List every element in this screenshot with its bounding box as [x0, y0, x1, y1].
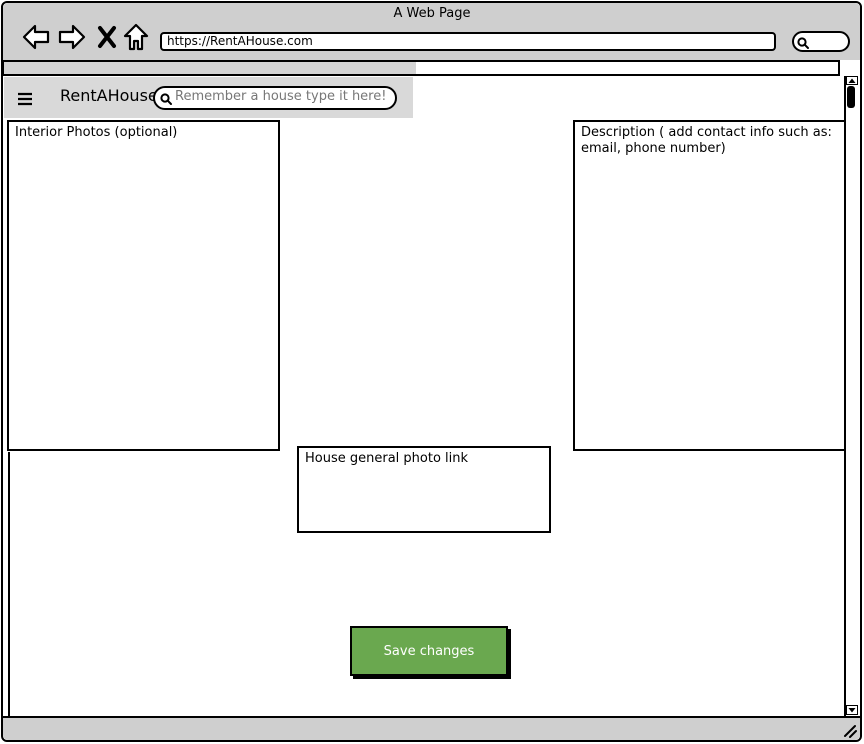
home-icon[interactable] — [121, 22, 151, 52]
app-brand[interactable]: RentAHouse — [60, 86, 158, 105]
scroll-down-icon[interactable] — [846, 705, 858, 715]
search-placeholder: Remember a house type it here! — [175, 89, 387, 104]
interior-photos-label: Interior Photos (optional) — [15, 125, 178, 140]
general-photo-label: House general photo link — [305, 451, 469, 466]
search-icon — [797, 37, 809, 49]
window-title: A Web Page — [393, 6, 471, 21]
status-bar — [3, 716, 860, 740]
close-icon[interactable] — [93, 22, 123, 52]
general-photo-link-field[interactable]: House general photo link — [297, 446, 551, 533]
description-panel[interactable]: Description ( add contact info such as: … — [573, 120, 848, 451]
search-icon — [160, 93, 172, 105]
save-changes-button[interactable]: Save changes — [350, 626, 508, 676]
scroll-up-icon[interactable] — [846, 76, 858, 85]
arrow-left-icon[interactable] — [21, 22, 51, 52]
scrollbar-thumb[interactable] — [847, 86, 855, 108]
content-border — [8, 452, 10, 716]
url-bar[interactable]: https://RentAHouse.com — [160, 32, 776, 51]
hamburger-menu-icon[interactable] — [17, 92, 33, 106]
active-tab[interactable] — [4, 62, 416, 74]
arrow-right-icon[interactable] — [57, 22, 87, 52]
interior-photos-panel[interactable]: Interior Photos (optional) — [7, 120, 280, 451]
browser-search-field[interactable] — [792, 31, 850, 52]
vertical-scrollbar[interactable] — [844, 76, 860, 716]
resize-grip-icon[interactable] — [843, 724, 857, 738]
description-label: Description ( add contact info such as: … — [581, 125, 832, 156]
